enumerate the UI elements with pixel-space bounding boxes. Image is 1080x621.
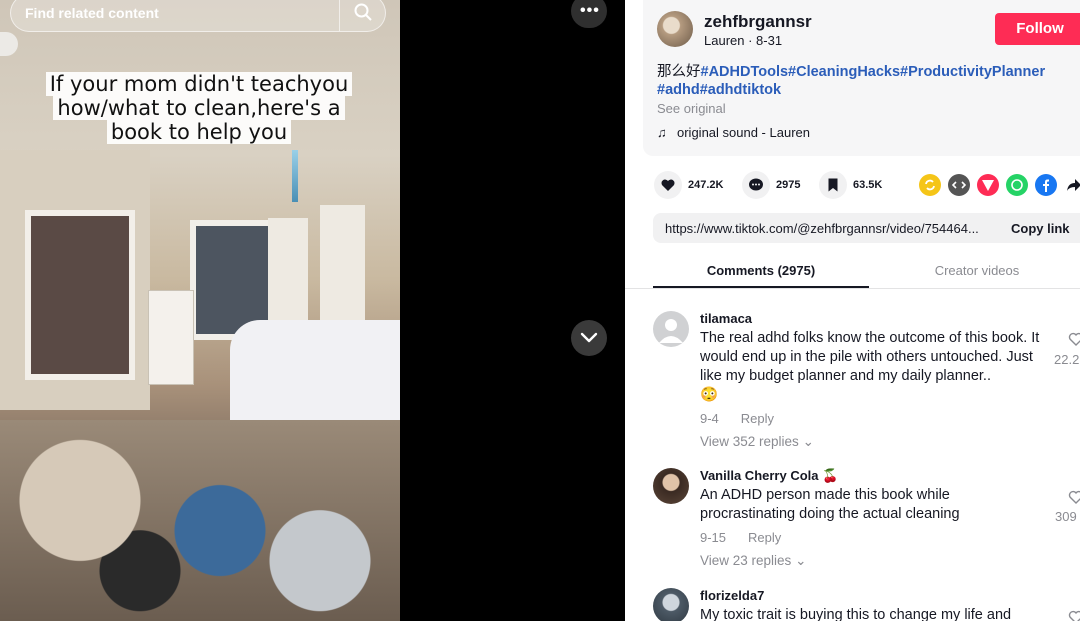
video-frame-dresser	[148, 290, 194, 385]
app-root: Find related content If your mom didn't …	[0, 0, 1080, 621]
repost-icon	[925, 179, 935, 191]
video-frame-floor	[0, 420, 400, 621]
comment-bubble-icon	[749, 178, 763, 191]
hashtag-link[interactable]: #adhd#adhdtiktok	[657, 82, 781, 98]
author-subline: Lauren · 8-31	[704, 33, 782, 48]
video-frame-suncatcher	[292, 150, 298, 202]
reply-button[interactable]: Reply	[748, 530, 781, 545]
post-description: 那么好#ADHDTools#CleaningHacks#Productivity…	[657, 63, 1067, 99]
author-name: Lauren	[704, 33, 745, 48]
subline-separator: ·	[744, 33, 757, 48]
tab-bar: Comments (2975) Creator videos	[625, 255, 1080, 289]
comment-like-button[interactable]	[1061, 609, 1080, 621]
sound-link[interactable]: ♫ original sound - Lauren	[657, 125, 810, 140]
view-replies-label[interactable]: View 352 replies	[700, 434, 799, 449]
comment-text: My toxic trait is buying this to change …	[700, 606, 1045, 621]
hashtag-link[interactable]: #ADHDTools#CleaningHacks#ProductivityPla…	[701, 64, 1046, 80]
embed-icon	[952, 181, 966, 189]
search-icon	[354, 3, 372, 21]
bookmark-icon	[828, 178, 838, 192]
save-count: 63.5K	[853, 179, 883, 191]
commenter-avatar[interactable]	[653, 588, 689, 621]
commenter-username[interactable]: Vanilla Cherry Cola 🍒	[700, 468, 838, 484]
comment-count: 2975	[776, 179, 801, 191]
chevron-down-icon: ⌄	[795, 553, 807, 568]
video-frame-closet	[25, 210, 135, 380]
author-avatar[interactable]	[657, 11, 693, 47]
default-avatar-icon	[659, 319, 683, 343]
comment-button[interactable]	[742, 171, 770, 199]
comment-like-count: 309	[1055, 509, 1077, 524]
tab-comments[interactable]: Comments (2975)	[653, 263, 869, 278]
next-video-button[interactable]	[571, 320, 607, 356]
video-url[interactable]: https://www.tiktok.com/@zehfbrgannsr/vid…	[665, 221, 991, 236]
copy-link-box: https://www.tiktok.com/@zehfbrgannsr/vid…	[653, 213, 1080, 243]
chevron-down-icon	[580, 332, 598, 343]
details-panel: zehfbrgannsr Lauren · 8-31 Follow 那么好#AD…	[625, 0, 1080, 621]
comment-emoji: 😳	[700, 387, 719, 403]
sound-name[interactable]: original sound - Lauren	[677, 125, 810, 140]
follow-button[interactable]: Follow	[995, 13, 1080, 45]
comment-like-button[interactable]	[1061, 489, 1080, 510]
save-button[interactable]	[819, 171, 847, 199]
see-original-link[interactable]: See original	[657, 101, 726, 116]
video-letterbox	[400, 0, 625, 621]
comment-text: The real adhd folks know the outcome of …	[700, 329, 1045, 405]
commenter-username[interactable]: florizelda7	[700, 588, 764, 603]
comment-body: The real adhd folks know the outcome of …	[700, 330, 1040, 384]
repost-button[interactable]	[919, 174, 941, 196]
related-search-text[interactable]: Find related content	[25, 5, 159, 21]
music-note-icon: ♫	[657, 125, 667, 140]
author-username[interactable]: zehfbrgannsr	[704, 12, 812, 32]
more-icon: •••	[580, 2, 600, 19]
reply-button[interactable]: Reply	[741, 411, 774, 426]
comment-like-button[interactable]	[1061, 331, 1080, 352]
video-frame-lamp	[0, 32, 18, 56]
commenter-username[interactable]: tilamaca	[700, 311, 752, 326]
post-info-card: zehfbrgannsr Lauren · 8-31 Follow 那么好#AD…	[643, 0, 1080, 156]
video-caption-text: If your mom didn't teachyou how/what to …	[45, 72, 353, 144]
video-player[interactable]: Find related content If your mom didn't …	[0, 0, 400, 621]
tab-creator-videos[interactable]: Creator videos	[869, 263, 1080, 278]
post-date: 8-31	[756, 33, 783, 48]
video-frame-door	[320, 205, 365, 330]
facebook-icon	[1043, 179, 1049, 192]
view-replies-button[interactable]: View 23 replies ⌄	[700, 553, 806, 569]
comment-meta: 9-15 Reply	[700, 530, 781, 545]
heart-outline-icon	[1068, 332, 1080, 346]
like-button[interactable]	[654, 171, 682, 199]
embed-button[interactable]	[948, 174, 970, 196]
more-share-button[interactable]	[1062, 174, 1080, 196]
view-replies-button[interactable]: View 352 replies ⌄	[700, 434, 814, 450]
chevron-down-icon: ⌄	[802, 434, 814, 449]
comment-text: An ADHD person made this book while proc…	[700, 486, 1045, 524]
search-button[interactable]	[339, 0, 385, 31]
related-search-bar[interactable]: Find related content	[10, 0, 386, 32]
comment-body: My toxic trait is buying this to change …	[700, 607, 1012, 621]
commenter-avatar[interactable]	[653, 311, 689, 347]
heart-outline-icon	[1068, 490, 1080, 504]
comment-date: 9-4	[700, 411, 719, 426]
share-arrow-icon	[1067, 179, 1080, 191]
send-icon	[982, 180, 994, 191]
comment-like-count: 22.2	[1054, 352, 1080, 367]
facebook-button[interactable]	[1035, 174, 1057, 196]
whatsapp-icon	[1011, 179, 1023, 191]
video-caption-overlay: If your mom didn't teachyou how/what to …	[36, 72, 362, 144]
send-button[interactable]	[977, 174, 999, 196]
comment-body: An ADHD person made this book while proc…	[700, 487, 960, 522]
comment-meta: 9-4 Reply	[700, 411, 774, 426]
heart-outline-icon	[1068, 610, 1080, 621]
active-tab-indicator	[653, 286, 869, 288]
like-count: 247.2K	[688, 179, 724, 191]
whatsapp-button[interactable]	[1006, 174, 1028, 196]
copy-link-button[interactable]: Copy link	[1011, 221, 1070, 236]
description-text: 那么好	[657, 64, 701, 80]
commenter-avatar[interactable]	[653, 468, 689, 504]
comment-date: 9-15	[700, 530, 727, 545]
heart-icon	[661, 179, 675, 191]
view-replies-label[interactable]: View 23 replies	[700, 553, 791, 568]
